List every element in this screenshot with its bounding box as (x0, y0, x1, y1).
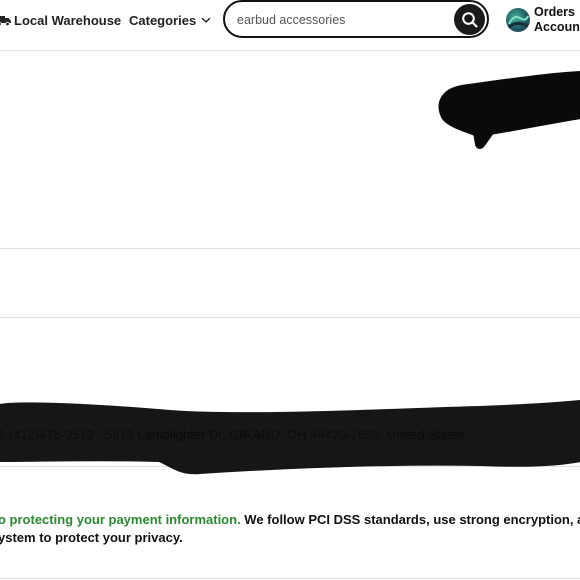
account-label: Accoun (534, 20, 580, 34)
section-divider (0, 317, 580, 318)
privacy-line-1: o protecting your payment information. W… (0, 511, 580, 529)
top-header: Local Warehouse Categories O (0, 0, 580, 51)
shipping-address: 1 (412)475-2512 , 5812 Lamplighter Dr, G… (0, 427, 465, 442)
avatar[interactable] (506, 8, 530, 32)
local-warehouse-link[interactable]: Local Warehouse (0, 11, 121, 29)
privacy-line-1-rest: We follow PCI DSS standards, use strong … (240, 512, 580, 527)
categories-menu[interactable]: Categories (129, 11, 211, 29)
avatar-image (506, 15, 529, 30)
section-divider (0, 248, 580, 249)
privacy-highlight: o protecting your payment information. (0, 512, 241, 527)
search-icon (461, 11, 478, 28)
search-box (223, 0, 489, 38)
privacy-line-2: ystem to protect your privacy. (0, 530, 183, 545)
section-divider (0, 578, 580, 579)
orders-account-link[interactable]: Orders Accoun (534, 5, 580, 35)
redaction-scribble (0, 71, 580, 475)
payment-privacy-notice: o protecting your payment information. W… (0, 511, 580, 547)
orders-label: Orders (534, 5, 575, 19)
page: Local Warehouse Categories O (0, 0, 580, 580)
section-divider (0, 466, 580, 467)
truck-icon (0, 16, 11, 27)
chevron-down-icon (202, 17, 211, 23)
categories-label: Categories (129, 12, 197, 28)
search-input[interactable] (235, 6, 454, 34)
local-warehouse-label: Local Warehouse (14, 12, 122, 28)
search-button[interactable] (454, 4, 485, 35)
